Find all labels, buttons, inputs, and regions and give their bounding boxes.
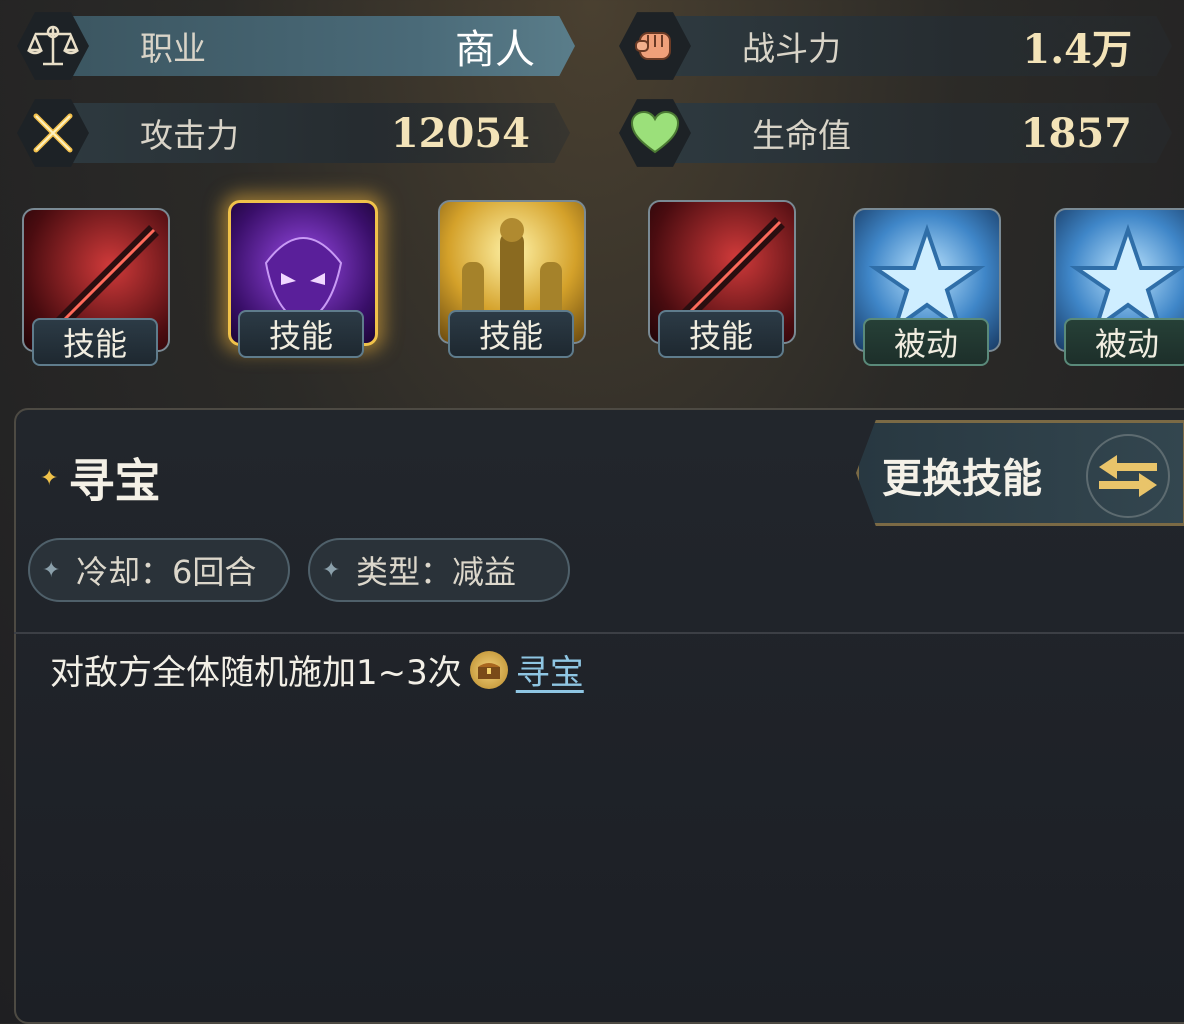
stat-power: 战斗力 1.4万 <box>612 8 1172 84</box>
skill-name: 寻宝 <box>68 454 161 508</box>
attack-value: 12054 <box>390 109 530 157</box>
treasure-hunt-link[interactable]: 寻宝 <box>516 645 584 694</box>
stat-hp: 生命值 1857 <box>612 95 1172 171</box>
skill-tag: 被动 <box>863 318 989 366</box>
power-value: 1.4万 <box>1022 26 1132 73</box>
cooldown-chip: ✦ 冷却：6回合 <box>28 538 290 602</box>
skill-slot-4[interactable]: 技能 <box>648 200 796 358</box>
job-label: 职业 <box>140 29 206 68</box>
job-value: 商人 <box>455 27 535 73</box>
treasure-chest-icon <box>469 650 508 689</box>
type-chip: ✦ 类型：减益 <box>308 538 570 602</box>
skill-slot-2[interactable]: 技能 <box>228 200 378 358</box>
diamond-icon: ✦ <box>42 557 61 583</box>
skill-tag: 技能 <box>448 310 574 358</box>
skill-tag: 技能 <box>658 310 784 358</box>
diamond-icon: ✦ <box>322 557 341 583</box>
divider <box>14 632 1184 634</box>
crossed-swords-icon <box>10 95 96 171</box>
change-skill-button[interactable]: 更换技能 <box>856 420 1184 526</box>
hp-label: 生命值 <box>752 116 851 155</box>
skill-slot-5[interactable]: 被动 <box>853 208 1001 366</box>
skill-title: ✦ 寻宝 <box>40 445 160 511</box>
cooldown-text: 冷却：6回合 <box>76 553 257 591</box>
skill-tag: 被动 <box>1064 318 1184 366</box>
skill-slot-3[interactable]: 技能 <box>438 200 586 358</box>
skill-tag: 技能 <box>238 310 364 358</box>
skill-description: 对敌方全体随机施加1~3次 寻宝 <box>50 645 584 694</box>
skill-tag: 技能 <box>32 318 158 366</box>
sparkle-icon: ✦ <box>40 465 59 491</box>
change-skill-label: 更换技能 <box>882 456 1042 502</box>
attack-label: 攻击力 <box>140 116 239 155</box>
hp-value: 1857 <box>1020 109 1132 157</box>
heart-icon <box>612 95 698 171</box>
type-text: 类型：减益 <box>356 553 517 591</box>
skill-slot-6[interactable]: 被动 <box>1054 208 1184 366</box>
stat-attack: 攻击力 12054 <box>10 95 570 171</box>
stat-job: 职业 商人 <box>10 8 575 84</box>
swap-arrows-icon <box>1086 434 1170 518</box>
fist-icon <box>612 8 698 84</box>
power-label: 战斗力 <box>742 29 841 68</box>
skill-slot-1[interactable]: 技能 <box>22 208 170 366</box>
scales-icon <box>10 8 96 84</box>
description-text: 对敌方全体随机施加1~3次 <box>50 653 462 693</box>
